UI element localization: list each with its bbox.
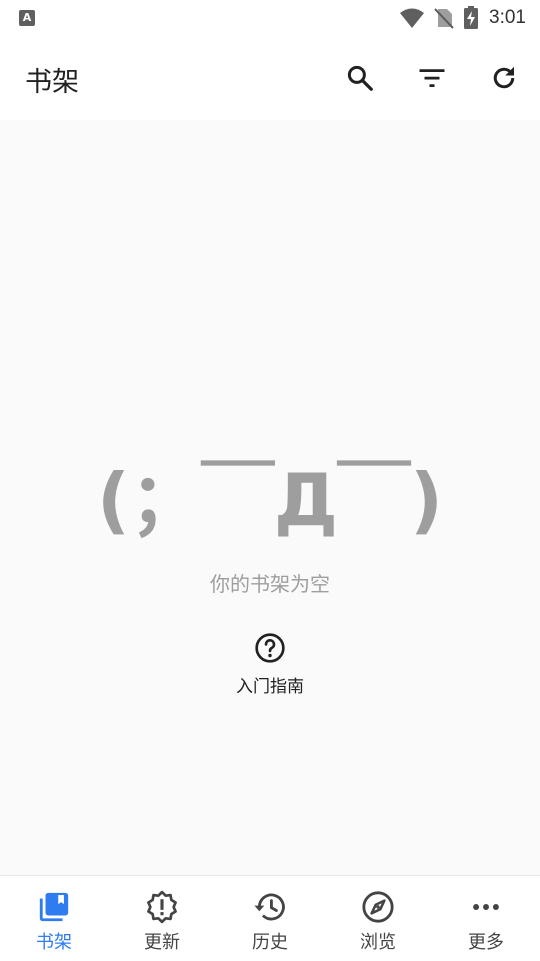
nav-item-more[interactable]: 更多 [432, 876, 540, 961]
nav-item-library[interactable]: 书架 [0, 876, 108, 961]
app-notification-icon: A [19, 10, 35, 26]
getting-started-button[interactable]: 入门指南 [210, 632, 330, 708]
more-dots-icon [473, 904, 499, 910]
refresh-button[interactable] [482, 56, 526, 100]
battery-charging-icon [464, 6, 479, 29]
refresh-icon [493, 66, 515, 89]
empty-face-text: (；￣Д￣) [97, 458, 443, 542]
nav-item-browse[interactable]: 浏览 [324, 876, 432, 961]
filter-button[interactable] [410, 56, 454, 100]
nav-label-browse: 浏览 [360, 932, 396, 953]
nav-item-updates[interactable]: 更新 [108, 876, 216, 961]
wifi-icon [400, 8, 425, 28]
no-sim-icon [434, 8, 454, 29]
nav-label-history: 历史 [252, 932, 288, 953]
nav-label-more: 更多 [468, 932, 504, 953]
search-button[interactable] [338, 56, 382, 100]
compass-icon [362, 891, 394, 923]
page-title: 书架 [25, 67, 79, 98]
help-circle-icon [255, 633, 285, 663]
status-icons: 3:01 [399, 6, 526, 30]
status-time: 3:01 [489, 7, 526, 28]
alert-badge-icon [147, 890, 177, 924]
nav-label-library: 书架 [36, 932, 72, 953]
filter-icon [419, 69, 445, 87]
nav-label-updates: 更新 [144, 932, 180, 953]
search-icon [347, 65, 373, 91]
empty-face-emoticon: (；￣Д￣) [0, 450, 540, 550]
history-icon [254, 893, 285, 921]
library-icon [39, 892, 69, 922]
bottom-navigation: 书架 更新 历史 浏览 更多 [0, 875, 540, 961]
nav-item-history[interactable]: 历史 [216, 876, 324, 961]
status-bar: A 3:01 [0, 0, 540, 36]
app-bar: 书架 [0, 36, 540, 120]
empty-message: 你的书架为空 [210, 572, 330, 596]
getting-started-label: 入门指南 [236, 677, 304, 697]
